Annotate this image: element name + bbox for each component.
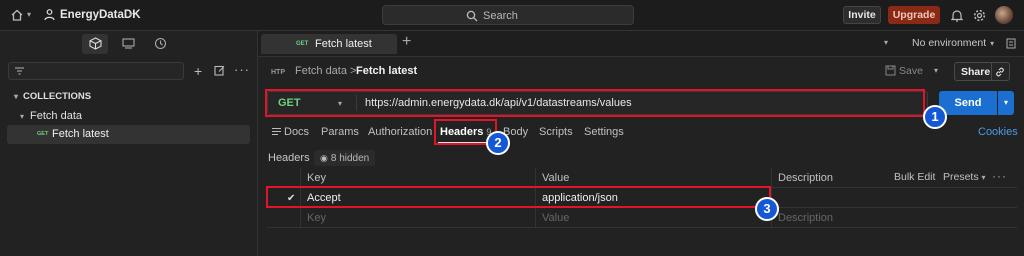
chevron-down-icon: ▾: [990, 39, 995, 48]
filter-icon: [14, 66, 25, 76]
environment-label: No environment: [912, 37, 987, 49]
annotation-badge-3: 3: [755, 197, 779, 221]
tab-label: Fetch latest: [315, 38, 372, 50]
invite-button[interactable]: Invite: [843, 6, 881, 24]
presets-dropdown[interactable]: Presets ▾: [943, 171, 986, 183]
tab-params[interactable]: Params: [321, 126, 359, 138]
link-icon[interactable]: [994, 66, 1006, 78]
save-label: Save: [899, 65, 923, 77]
sidebar-filter-input[interactable]: [8, 62, 184, 80]
collections-header[interactable]: ▾ COLLECTIONS: [14, 91, 91, 102]
search-placeholder: Search: [483, 10, 518, 22]
tab-method: GET: [296, 41, 309, 47]
upgrade-button[interactable]: Upgrade: [888, 6, 940, 24]
hidden-headers-label: 8 hidden: [330, 153, 370, 164]
workspace-chevron-icon[interactable]: ▾: [129, 10, 133, 19]
new-request-icon[interactable]: [214, 65, 225, 76]
gear-icon[interactable]: [973, 9, 986, 22]
avatar[interactable]: [995, 6, 1013, 24]
tab-docs-label: Docs: [284, 126, 310, 138]
chevron-down-icon: ▾: [20, 112, 25, 121]
send-button[interactable]: Send: [939, 91, 997, 115]
cookies-link[interactable]: Cookies: [978, 126, 1018, 138]
header-description-cell[interactable]: [771, 188, 1017, 208]
share-button[interactable]: Share: [954, 62, 1010, 81]
chevron-down-icon[interactable]: ▾: [27, 10, 31, 19]
search-icon: [466, 10, 478, 22]
environments-icon[interactable]: [122, 37, 135, 49]
eye-icon: ◉: [320, 153, 328, 163]
annotation-badge-1: 1: [923, 105, 947, 129]
sidebar-item-fetch-data[interactable]: ▾ Fetch data: [20, 110, 82, 122]
chevron-down-icon: ▾: [14, 92, 19, 101]
chevron-down-icon: ▾: [981, 173, 986, 182]
tab-fetch-latest[interactable]: GET Fetch latest: [261, 34, 397, 54]
collections-icon[interactable]: [89, 37, 102, 50]
save-button[interactable]: Save: [885, 65, 923, 77]
share-label: Share: [961, 66, 991, 78]
sidebar-icon-row: [0, 31, 258, 57]
breadcrumb: ΗΤΡ Fetch data > Fetch latest Save ▾ Sha…: [258, 57, 1024, 87]
request-tabs: Docs Params Authorization Headers 9 Body …: [258, 120, 1024, 144]
breadcrumb-parent[interactable]: Fetch data >: [295, 65, 356, 77]
tab-scripts[interactable]: Scripts: [539, 126, 573, 138]
send-dropdown-icon[interactable]: ▾: [998, 91, 1014, 115]
table-header-row: Key Value Description Bulk Edit Presets …: [267, 168, 1017, 188]
more-options-icon[interactable]: ···: [992, 169, 1007, 183]
column-key: Key: [300, 168, 535, 188]
save-dropdown-icon[interactable]: ▾: [934, 66, 938, 75]
headers-section-title: Headers: [268, 152, 310, 164]
workspace-icon: [43, 8, 56, 21]
folder-label: Fetch data: [30, 110, 82, 122]
presets-label: Presets: [943, 171, 979, 183]
table-row-placeholder: Key Value Description: [267, 208, 1017, 228]
hidden-headers-toggle[interactable]: ◉ 8 hidden: [314, 150, 376, 166]
search-bar[interactable]: Search: [382, 5, 634, 25]
tab-settings[interactable]: Settings: [584, 126, 624, 138]
http-icon: ΗΤΡ: [271, 66, 287, 76]
add-collection-icon[interactable]: +: [194, 63, 202, 79]
bell-icon[interactable]: [951, 9, 963, 22]
request-label: Fetch latest: [52, 128, 109, 140]
new-key-input[interactable]: Key: [300, 208, 535, 228]
new-value-input[interactable]: Value: [535, 208, 771, 228]
svg-text:ΗΤΡ: ΗΤΡ: [271, 69, 285, 76]
environment-quicklook-icon[interactable]: [1006, 38, 1016, 49]
environment-selector[interactable]: No environment ▾: [912, 37, 994, 49]
breadcrumb-current: Fetch latest: [356, 65, 418, 77]
annotation-box-url: [265, 89, 925, 117]
column-description: Description: [771, 168, 886, 188]
annotation-badge-2: 2: [486, 131, 510, 155]
history-icon[interactable]: [154, 37, 167, 50]
more-options-icon[interactable]: ···: [234, 62, 250, 77]
new-description-input[interactable]: Description: [771, 208, 1017, 228]
collections-label: COLLECTIONS: [23, 91, 92, 102]
sidebar-item-fetch-latest[interactable]: GET Fetch latest: [7, 125, 250, 144]
method-badge: GET: [37, 131, 49, 137]
new-tab-icon[interactable]: +: [402, 33, 411, 51]
home-icon[interactable]: [10, 8, 24, 22]
annotation-box-header-row: [266, 186, 771, 208]
top-bar: ▾ EnergyDataDK ▾ Search Invite Upgrade: [0, 0, 1024, 31]
tabs-overflow-chevron-icon[interactable]: ▾: [884, 38, 888, 47]
sidebar: + ··· ▾ COLLECTIONS ▾ Fetch data GET Fetch…: [0, 31, 258, 256]
tab-docs[interactable]: Docs: [272, 126, 309, 138]
divider: [991, 63, 992, 80]
column-value: Value: [535, 168, 771, 188]
bulk-edit-button[interactable]: Bulk Edit: [894, 171, 935, 183]
tab-authorization[interactable]: Authorization: [368, 126, 432, 138]
tab-strip: GET Fetch latest + ▾ No environment ▾: [258, 31, 1024, 57]
